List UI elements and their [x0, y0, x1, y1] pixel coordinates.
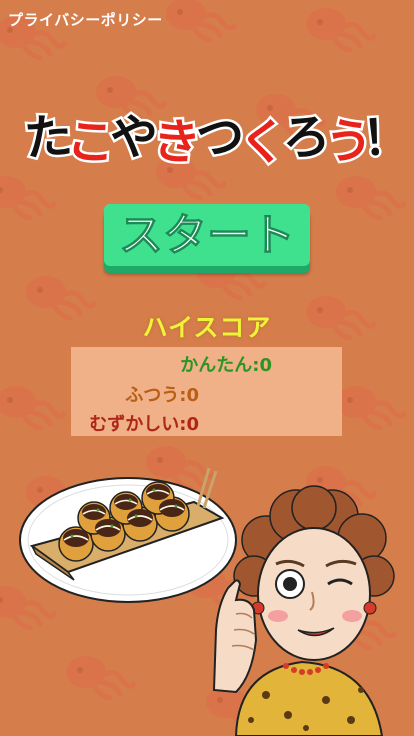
privacy-policy-link[interactable]: プライバシーポリシー: [8, 9, 163, 30]
highscore-separator: :: [179, 414, 187, 435]
highscore-title: ハイスコア: [142, 313, 272, 342]
octopus-pattern-icon: [66, 656, 137, 700]
start-button[interactable]: スタート: [104, 204, 310, 266]
game-title: たこやきつくろう！: [20, 106, 404, 172]
highscore-row-easy: かんたん:0: [180, 351, 272, 377]
highscore-row-normal: ふつう:0: [125, 381, 199, 407]
highscore-separator: :: [252, 355, 260, 376]
highscore-row-hard: むずかしい:0: [89, 410, 199, 436]
highscore-value: 0: [186, 414, 199, 435]
start-button-label: スタート: [119, 210, 295, 261]
highscore-separator: :: [179, 385, 187, 406]
highscore-value: 0: [259, 355, 272, 376]
grandma-character-illustration: [212, 485, 395, 736]
octopus-pattern-icon: [0, 176, 57, 220]
octopus-pattern-icon: [336, 176, 407, 220]
highscore-label: かんたん: [180, 355, 253, 376]
octopus-pattern-icon: [0, 386, 67, 430]
title-char: ！: [360, 108, 404, 167]
highscore-label: むずかしい: [89, 414, 180, 435]
highscore-value: 0: [186, 385, 199, 406]
octopus-pattern-icon: [306, 8, 377, 52]
octopus-pattern-icon: [166, 0, 237, 42]
start-button-label-svg: スタート: [119, 210, 296, 262]
highscore-label: ふつう: [125, 385, 180, 406]
